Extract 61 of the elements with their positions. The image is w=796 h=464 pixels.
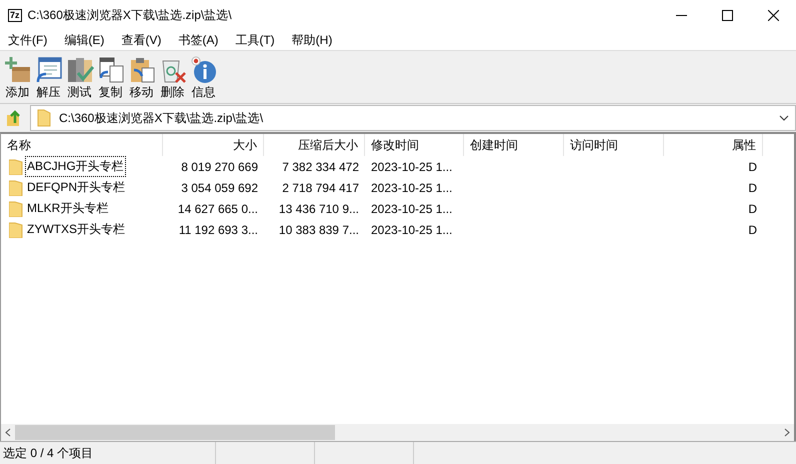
table-cell: 2 718 794 417 <box>282 180 359 194</box>
table-cell: 2023-10-25 1... <box>371 180 452 194</box>
table-cell: 2023-10-25 1... <box>371 222 452 236</box>
column-header[interactable]: 压缩后大小 <box>264 134 365 156</box>
menu-item[interactable]: 工具(T) <box>229 32 281 48</box>
table-cell: 3 054 059 692 <box>181 180 258 194</box>
table-cell: 14 627 665 0... <box>178 202 258 216</box>
table-cell: D <box>748 180 757 194</box>
menu-item[interactable]: 帮助(H) <box>286 32 338 48</box>
file-name[interactable]: ZYWTXS开头专栏 <box>26 220 126 239</box>
horizontal-scrollbar[interactable] <box>1 424 794 441</box>
column-header[interactable]: 名称 <box>1 134 163 156</box>
menu-item[interactable]: 文件(F) <box>2 32 54 48</box>
column-header[interactable]: 访问时间 <box>564 134 664 156</box>
scroll-right-icon <box>784 428 790 437</box>
window-arrow-icon <box>34 56 62 84</box>
table-cell: D <box>748 222 757 236</box>
folder-icon <box>9 158 23 174</box>
folder-icon <box>9 180 23 196</box>
toolbar-button[interactable]: 解压 <box>34 56 63 101</box>
close-icon <box>768 10 778 20</box>
scrollbar-thumb[interactable] <box>15 425 335 440</box>
file-name[interactable]: ABCJHG开头专栏 <box>26 157 125 176</box>
table-cell: 2023-10-25 1... <box>371 202 452 216</box>
toolbar-button[interactable]: 复制 <box>96 56 125 101</box>
toolbar-button[interactable]: 移动 <box>127 56 156 101</box>
table-cell: 8 019 270 669 <box>181 160 258 174</box>
folder-icon <box>9 222 23 238</box>
table-cell: 10 383 839 7... <box>278 222 359 236</box>
table-cell: 7 382 334 472 <box>282 160 359 174</box>
table-cell: D <box>748 202 757 216</box>
maximize-icon <box>722 10 732 20</box>
toolbar-button[interactable]: 添加 <box>3 56 32 101</box>
menu-item[interactable]: 查看(V) <box>115 32 168 48</box>
column-header[interactable]: 大小 <box>163 134 264 156</box>
toolbar-button[interactable]: 测试 <box>65 56 94 101</box>
file-name[interactable]: MLKR开头专栏 <box>26 199 110 218</box>
status-text: 选定 0 / 4 个项目 <box>0 442 216 464</box>
app-logo: 7z <box>8 8 22 22</box>
toolbar-button[interactable]: 信息 <box>189 56 218 101</box>
file-name[interactable]: DEFQPN开头专栏 <box>26 178 126 197</box>
column-header[interactable]: 修改时间 <box>365 134 464 156</box>
column-header[interactable]: 属性 <box>664 134 763 156</box>
table-cell: D <box>748 160 757 174</box>
folder-icon <box>37 109 51 127</box>
dropdown-caret-icon <box>779 115 789 121</box>
books-check-icon <box>66 56 94 84</box>
table-cell: 11 192 693 3... <box>178 222 258 236</box>
column-header[interactable]: 创建时间 <box>464 134 564 156</box>
info-icon <box>190 56 218 84</box>
documents-arrow-icon <box>96 56 124 84</box>
window-title: C:\360极速浏览器X下载\盐选.zip\盐选\ <box>28 6 232 24</box>
toolbar-button[interactable]: 删除 <box>158 56 187 101</box>
address-field[interactable]: C:\360极速浏览器X下载\盐选.zip\盐选\ <box>30 105 796 131</box>
table-cell: 2023-10-25 1... <box>371 160 452 174</box>
box-plus-icon <box>4 56 32 84</box>
folder-icon <box>9 200 23 216</box>
scroll-left-icon <box>5 428 11 437</box>
menu-item[interactable]: 书签(A) <box>172 32 224 48</box>
table-cell: 13 436 710 9... <box>278 202 359 216</box>
menu-item[interactable]: 编辑(E) <box>58 32 110 48</box>
